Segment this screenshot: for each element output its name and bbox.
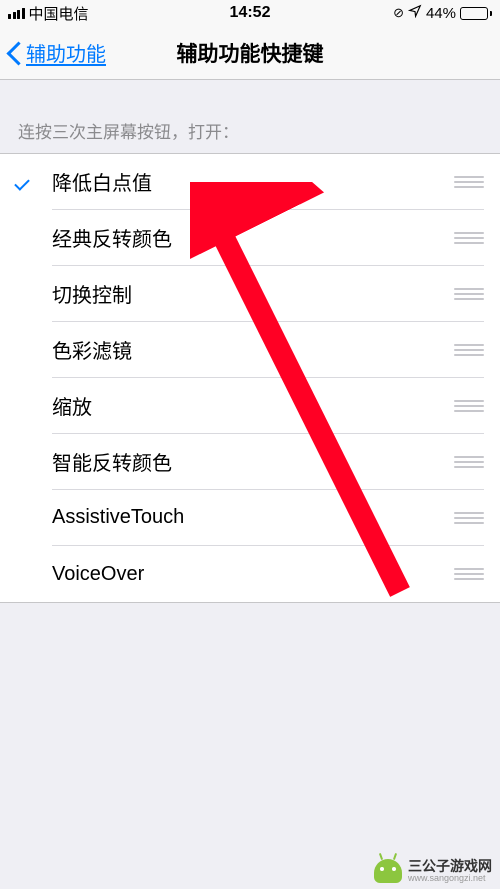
check-slot: [0, 434, 52, 490]
list-item-label: 智能反转颜色: [52, 447, 442, 476]
list-item-label: 经典反转颜色: [52, 223, 442, 252]
watermark: 三公子游戏网 www.sangongzi.net: [374, 859, 492, 883]
drag-handle-icon[interactable]: [454, 456, 484, 468]
list-item[interactable]: 缩放: [0, 378, 500, 434]
list-item[interactable]: VoiceOver: [0, 546, 500, 602]
status-bar: 中国电信 14:52 ⊘ 44%: [0, 0, 500, 26]
check-slot: [0, 378, 52, 434]
carrier-label: 中国电信: [29, 3, 89, 24]
list-item[interactable]: 经典反转颜色: [0, 210, 500, 266]
section-header: 连按三次主屏幕按钮，打开：: [0, 110, 500, 153]
watermark-name: 三公子游戏网: [408, 859, 492, 874]
drag-handle-icon[interactable]: [454, 512, 484, 524]
content-area: 连按三次主屏幕按钮，打开： 降低白点值 经典反转颜色 切换控制: [0, 80, 500, 603]
list-item-label: 色彩滤镜: [52, 335, 442, 364]
back-button[interactable]: 辅助功能: [0, 38, 106, 67]
list-item[interactable]: 降低白点值: [0, 154, 500, 210]
location-icon: [408, 4, 422, 22]
check-slot: [0, 210, 52, 266]
drag-handle-icon[interactable]: [454, 232, 484, 244]
signal-strength-icon: [8, 7, 25, 19]
watermark-logo-icon: [374, 859, 402, 883]
list-item-label: 降低白点值: [52, 167, 442, 196]
back-button-label: 辅助功能: [26, 38, 106, 67]
list-item-label: 切换控制: [52, 279, 442, 308]
drag-handle-icon[interactable]: [454, 344, 484, 356]
check-slot: [0, 490, 52, 546]
list-item[interactable]: 切换控制: [0, 266, 500, 322]
list-item-label: VoiceOver: [52, 563, 442, 586]
options-list: 降低白点值 经典反转颜色 切换控制 色彩滤镜: [0, 153, 500, 603]
check-slot: [0, 322, 52, 378]
battery-icon: [460, 7, 492, 20]
drag-handle-icon[interactable]: [454, 176, 484, 188]
list-item[interactable]: 智能反转颜色: [0, 434, 500, 490]
checkmark-icon: [16, 174, 36, 190]
list-item-label: AssistiveTouch: [52, 506, 442, 529]
navigation-bar: 辅助功能 辅助功能快捷键: [0, 26, 500, 80]
list-item[interactable]: AssistiveTouch: [0, 490, 500, 546]
page-title: 辅助功能快捷键: [177, 38, 324, 68]
drag-handle-icon[interactable]: [454, 400, 484, 412]
drag-handle-icon[interactable]: [454, 568, 484, 580]
list-item[interactable]: 色彩滤镜: [0, 322, 500, 378]
watermark-url: www.sangongzi.net: [408, 874, 492, 883]
battery-percent: 44%: [426, 5, 456, 22]
status-time: 14:52: [230, 4, 271, 22]
chevron-left-icon: [6, 40, 22, 66]
check-slot: [0, 266, 52, 322]
list-item-label: 缩放: [52, 391, 442, 420]
orientation-lock-icon: ⊘: [393, 5, 404, 21]
check-slot: [0, 154, 52, 210]
check-slot: [0, 546, 52, 602]
drag-handle-icon[interactable]: [454, 288, 484, 300]
